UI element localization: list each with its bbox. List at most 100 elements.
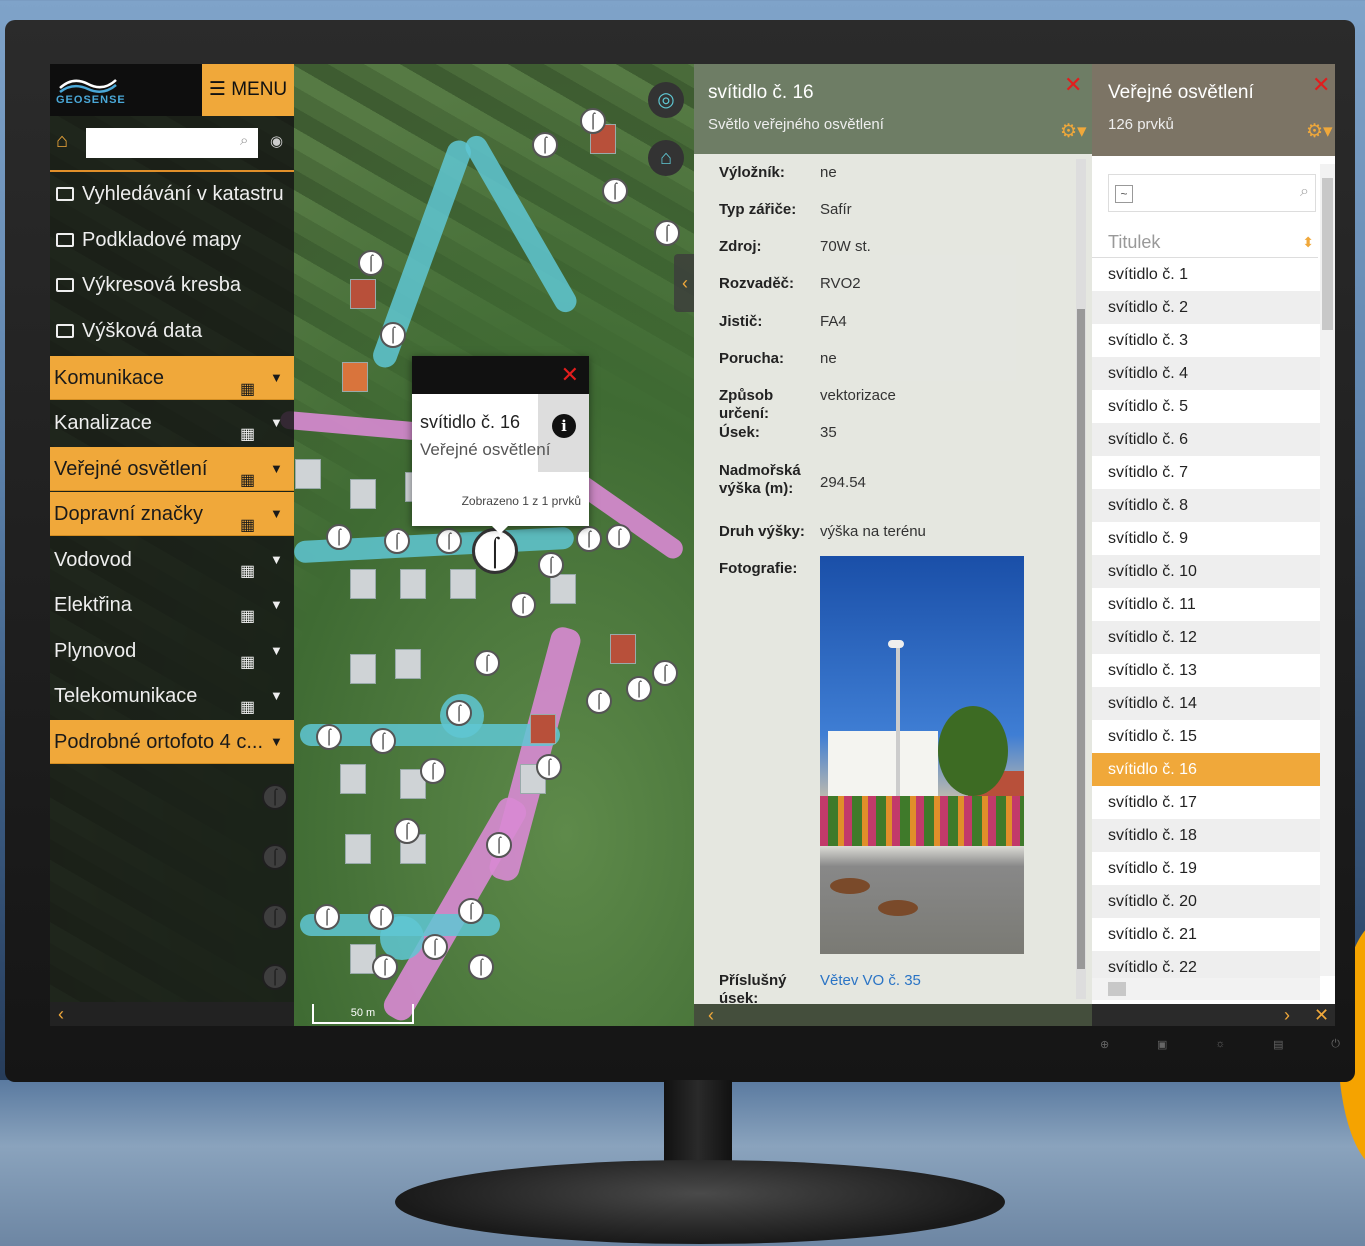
street-lamp-icon[interactable]: ⌠ xyxy=(394,818,420,844)
list-item[interactable]: svítidlo č. 8 xyxy=(1092,489,1320,522)
search-icon[interactable]: ⌕ xyxy=(1300,183,1309,201)
chevron-down-icon[interactable]: ▼ xyxy=(270,629,283,673)
street-lamp-icon[interactable]: ⌠ xyxy=(372,954,398,980)
street-lamp-icon[interactable]: ⌠ xyxy=(602,178,628,204)
list-item[interactable]: svítidlo č. 20 xyxy=(1092,885,1320,918)
layer-kanalizace[interactable]: Kanalizace ▦ ▼ xyxy=(50,401,294,445)
layer-elektrina[interactable]: Elektřina ▦ ▼ xyxy=(50,583,294,627)
chevron-down-icon[interactable]: ▼ xyxy=(270,538,283,582)
street-lamp-icon[interactable]: ⌠ xyxy=(422,934,448,960)
street-lamp-icon[interactable]: ⌠ xyxy=(606,524,632,550)
layer-plynovod[interactable]: Plynovod ▦ ▼ xyxy=(50,629,294,673)
list-item[interactable]: svítidlo č. 16 xyxy=(1092,753,1320,786)
list-item[interactable]: svítidlo č. 9 xyxy=(1092,522,1320,555)
folder-item[interactable]: Výšková data xyxy=(56,313,292,349)
folder-item[interactable]: Podkladové mapy xyxy=(56,222,292,258)
tools-icon[interactable]: ⚙▾ xyxy=(1306,120,1333,143)
layer-komunikace[interactable]: Komunikace ▦ ▼ xyxy=(50,356,294,400)
sort-icon[interactable]: ⬍ xyxy=(1302,226,1314,258)
list-item[interactable]: svítidlo č. 3 xyxy=(1092,324,1320,357)
chevron-down-icon[interactable]: ▼ xyxy=(270,401,283,445)
folder-item[interactable]: Výkresová kresba xyxy=(56,267,292,303)
list-item[interactable]: svítidlo č. 2 xyxy=(1092,291,1320,324)
list-item[interactable]: svítidlo č. 18 xyxy=(1092,819,1320,852)
list-scrollbar[interactable] xyxy=(1320,164,1335,976)
list-hscrollbar[interactable] xyxy=(1092,978,1320,1000)
list-item[interactable]: svítidlo č. 5 xyxy=(1092,390,1320,423)
list-item[interactable]: svítidlo č. 11 xyxy=(1092,588,1320,621)
list-item[interactable]: svítidlo č. 13 xyxy=(1092,654,1320,687)
street-lamp-icon[interactable]: ⌠ xyxy=(384,528,410,554)
street-lamp-icon[interactable]: ⌠ xyxy=(474,650,500,676)
eye-icon[interactable]: ◉ xyxy=(270,132,283,150)
chevron-down-icon[interactable]: ▼ xyxy=(270,447,283,491)
scroll-thumb[interactable] xyxy=(1077,309,1085,969)
street-lamp-icon[interactable]: ⌠ xyxy=(586,688,612,714)
street-lamp-icon[interactable]: ⌠ xyxy=(576,526,602,552)
street-lamp-icon[interactable]: ⌠ xyxy=(458,898,484,924)
chevron-right-icon[interactable]: › xyxy=(1284,1004,1290,1026)
selected-lamp-icon[interactable]: ⌠ xyxy=(472,528,518,574)
layer-vodovod[interactable]: Vodovod ▦ ▼ xyxy=(50,538,294,582)
chevron-down-icon[interactable]: ▼ xyxy=(270,720,283,764)
street-lamp-icon[interactable]: ⌠ xyxy=(314,904,340,930)
street-lamp-icon[interactable]: ⌠ xyxy=(626,676,652,702)
info-icon[interactable]: i xyxy=(552,414,576,438)
column-header[interactable]: Titulek ⬍ xyxy=(1092,226,1318,258)
target-icon[interactable]: ◎ xyxy=(648,82,684,118)
list-item[interactable]: svítidlo č. 17 xyxy=(1092,786,1320,819)
chevron-down-icon[interactable]: ▼ xyxy=(270,674,283,718)
street-lamp-icon[interactable]: ⌠ xyxy=(436,528,462,554)
close-icon[interactable]: ✕ xyxy=(1312,72,1330,98)
panel-collapse-button[interactable]: ‹ xyxy=(674,254,696,312)
street-lamp-icon[interactable]: ⌠ xyxy=(446,700,472,726)
close-icon[interactable]: ✕ xyxy=(1314,1004,1329,1026)
street-lamp-icon[interactable]: ⌠ xyxy=(370,728,396,754)
street-lamp-icon[interactable]: ⌠ xyxy=(538,552,564,578)
home-icon[interactable]: ⌂ xyxy=(56,130,68,153)
layer-podrobne-ortofoto[interactable]: Podrobné ortofoto 4 c... ▼ xyxy=(50,720,294,764)
tools-icon[interactable]: ⚙▾ xyxy=(1060,120,1087,143)
street-lamp-icon[interactable]: ⌠ xyxy=(536,754,562,780)
list-item[interactable]: svítidlo č. 6 xyxy=(1092,423,1320,456)
street-lamp-icon[interactable]: ⌠ xyxy=(316,724,342,750)
search-icon[interactable]: ⌕ xyxy=(240,132,248,149)
map-home-icon[interactable]: ⌂ xyxy=(648,140,684,176)
detail-collapse-button[interactable]: ‹ xyxy=(694,1004,1092,1026)
segment-link[interactable]: Větev VO č. 35 xyxy=(820,972,921,989)
list-item[interactable]: svítidlo č. 14 xyxy=(1092,687,1320,720)
menu-button[interactable]: ☰ MENU xyxy=(202,64,294,116)
list-search-input[interactable]: ~ ⌕ xyxy=(1108,174,1316,212)
street-lamp-icon[interactable]: ⌠ xyxy=(486,832,512,858)
close-icon[interactable]: ✕ xyxy=(1064,72,1082,98)
popup-title[interactable]: svítidlo č. 16 xyxy=(420,412,520,433)
street-lamp-icon[interactable]: ⌠ xyxy=(420,758,446,784)
list-item[interactable]: svítidlo č. 15 xyxy=(1092,720,1320,753)
close-icon[interactable]: ✕ xyxy=(561,362,579,388)
layer-telekomunikace[interactable]: Telekomunikace ▦ ▼ xyxy=(50,674,294,718)
chevron-down-icon[interactable]: ▼ xyxy=(270,356,283,400)
list-item[interactable]: svítidlo č. 19 xyxy=(1092,852,1320,885)
sidebar-collapse-button[interactable]: ‹ xyxy=(50,1002,294,1026)
scroll-thumb[interactable] xyxy=(1108,982,1126,996)
filter-mode-icon[interactable]: ~ xyxy=(1115,185,1133,203)
street-lamp-icon[interactable]: ⌠ xyxy=(326,524,352,550)
list-item[interactable]: svítidlo č. 21 xyxy=(1092,918,1320,951)
street-lamp-icon[interactable]: ⌠ xyxy=(580,108,606,134)
folder-item[interactable]: Vyhledávání v katastru xyxy=(56,176,292,212)
list-item[interactable]: svítidlo č. 7 xyxy=(1092,456,1320,489)
scroll-thumb[interactable] xyxy=(1322,178,1333,330)
street-lamp-icon[interactable]: ⌠ xyxy=(510,592,536,618)
chevron-down-icon[interactable]: ▼ xyxy=(270,492,283,536)
street-lamp-icon[interactable]: ⌠ xyxy=(380,322,406,348)
list-item[interactable]: svítidlo č. 10 xyxy=(1092,555,1320,588)
detail-scrollbar[interactable] xyxy=(1076,159,1086,999)
search-input[interactable] xyxy=(86,128,258,158)
street-lamp-icon[interactable]: ⌠ xyxy=(368,904,394,930)
street-lamp-icon[interactable]: ⌠ xyxy=(654,220,680,246)
list-item[interactable]: svítidlo č. 1 xyxy=(1092,258,1320,291)
street-lamp-icon[interactable]: ⌠ xyxy=(532,132,558,158)
lamp-photo[interactable] xyxy=(820,556,1024,954)
layer-dopravni-znacky[interactable]: Dopravní značky ▦ ▼ xyxy=(50,492,294,536)
list-item[interactable]: svítidlo č. 4 xyxy=(1092,357,1320,390)
